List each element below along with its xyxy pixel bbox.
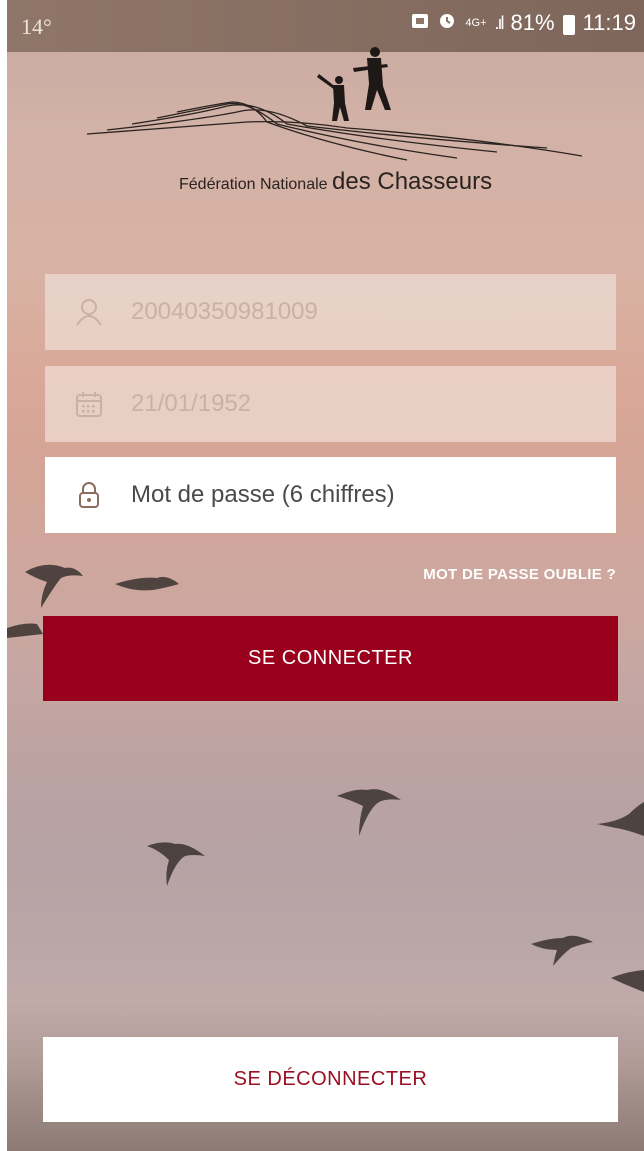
alarm-icon <box>437 10 457 36</box>
lock-icon <box>67 473 111 517</box>
connect-button[interactable]: SE CONNECTER <box>43 616 618 701</box>
save-data-icon <box>411 10 429 36</box>
login-screen: 14° 4G+ .ıl 81% 11:19 Fédération Nationa… <box>7 0 644 1151</box>
birthdate-field[interactable]: 21/01/1952 <box>45 366 616 442</box>
bird-3 <box>7 623 43 638</box>
bird-8 <box>611 970 644 992</box>
bird-4 <box>337 789 401 836</box>
logo-graphic <box>86 47 583 161</box>
clock: 11:19 <box>582 10 636 35</box>
battery-icon <box>562 15 575 35</box>
federation-logo: Fédération Nationale des Chasseurs <box>77 40 597 210</box>
status-bar-right: 4G+ .ıl 81% 11:19 <box>411 10 636 36</box>
bird-6 <box>597 802 644 836</box>
hunter-id-value: 20040350981009 <box>131 298 318 325</box>
hunter-id-field[interactable]: 20040350981009 <box>45 274 616 350</box>
bird-5 <box>147 842 205 886</box>
person-icon <box>67 290 111 334</box>
birthdate-value: 21/01/1952 <box>131 390 252 417</box>
network-type-text: 4G+ <box>465 17 487 29</box>
logo-text-small: Fédération Nationale <box>179 176 328 193</box>
connect-button-label: SE CONNECTER <box>248 647 413 669</box>
bird-2 <box>115 576 179 591</box>
logo-text: Fédération Nationale des Chasseurs <box>179 168 492 196</box>
password-field[interactable]: Mot de passe (6 chiffres) <box>45 457 616 533</box>
disconnect-button-label: SE DÉCONNECTER <box>233 1068 428 1090</box>
signal-icon: .ıl <box>494 12 505 33</box>
calendar-icon <box>67 382 111 426</box>
bird-1 <box>25 564 83 608</box>
forgot-password-link[interactable]: MOT DE PASSE OUBLIE ? <box>423 566 616 583</box>
battery-percent: 81% <box>510 10 555 35</box>
bird-7 <box>531 935 593 966</box>
disconnect-button[interactable]: SE DÉCONNECTER <box>43 1037 618 1122</box>
temperature-text: 14° <box>21 14 52 39</box>
logo-text-big: des Chasseurs <box>332 168 493 195</box>
password-placeholder: Mot de passe (6 chiffres) <box>131 481 395 508</box>
